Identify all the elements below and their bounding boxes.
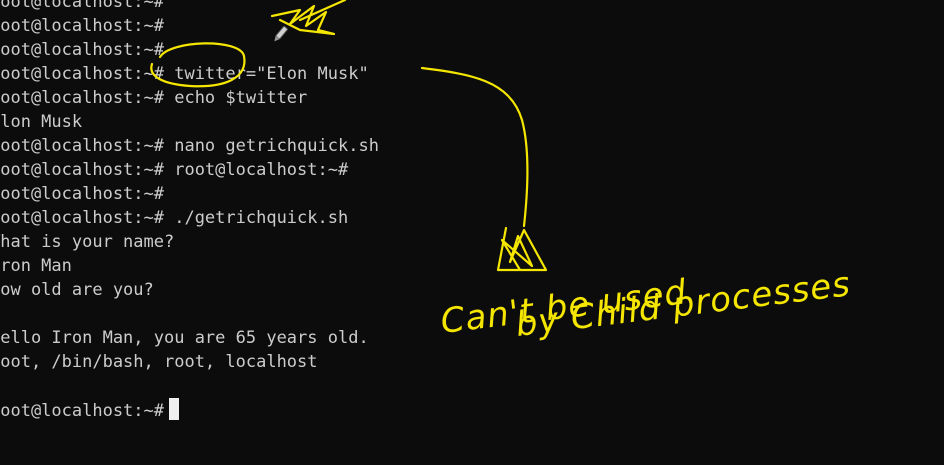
terminal-line: root@localhost:~# twitter="Elon Musk" [0, 64, 369, 84]
terminal-line: root@localhost:~# ./getrichquick.sh [0, 208, 349, 228]
terminal-line: Elon Musk [0, 112, 83, 132]
terminal-line: root@localhost:~# nano getrichquick.sh [0, 136, 379, 156]
terminal-line: What is your name? [0, 232, 175, 252]
terminal-line: root@localhost:~# [0, 184, 164, 204]
terminal-line: root@localhost:~# echo $twitter [0, 88, 308, 108]
terminal-window[interactable]: root@localhost:~# root@localhost:~# root… [0, 0, 944, 465]
text-cursor [169, 398, 179, 420]
terminal-line: root, /bin/bash, root, localhost [0, 352, 318, 372]
terminal-line: root@localhost:~# root@localhost:~# [0, 160, 349, 180]
terminal-line: root@localhost:~# [0, 0, 164, 12]
prompt-text: root@localhost:~# [0, 401, 164, 421]
terminal-line: root@localhost:~# [0, 16, 164, 36]
terminal-line: How old are you? [0, 280, 154, 300]
terminal-prompt-line[interactable]: root@localhost:~# [0, 398, 179, 422]
terminal-line: Iron Man [0, 256, 72, 276]
terminal-line: Hello Iron Man, you are 65 years old. [0, 328, 369, 348]
terminal-line: root@localhost:~# [0, 40, 164, 60]
